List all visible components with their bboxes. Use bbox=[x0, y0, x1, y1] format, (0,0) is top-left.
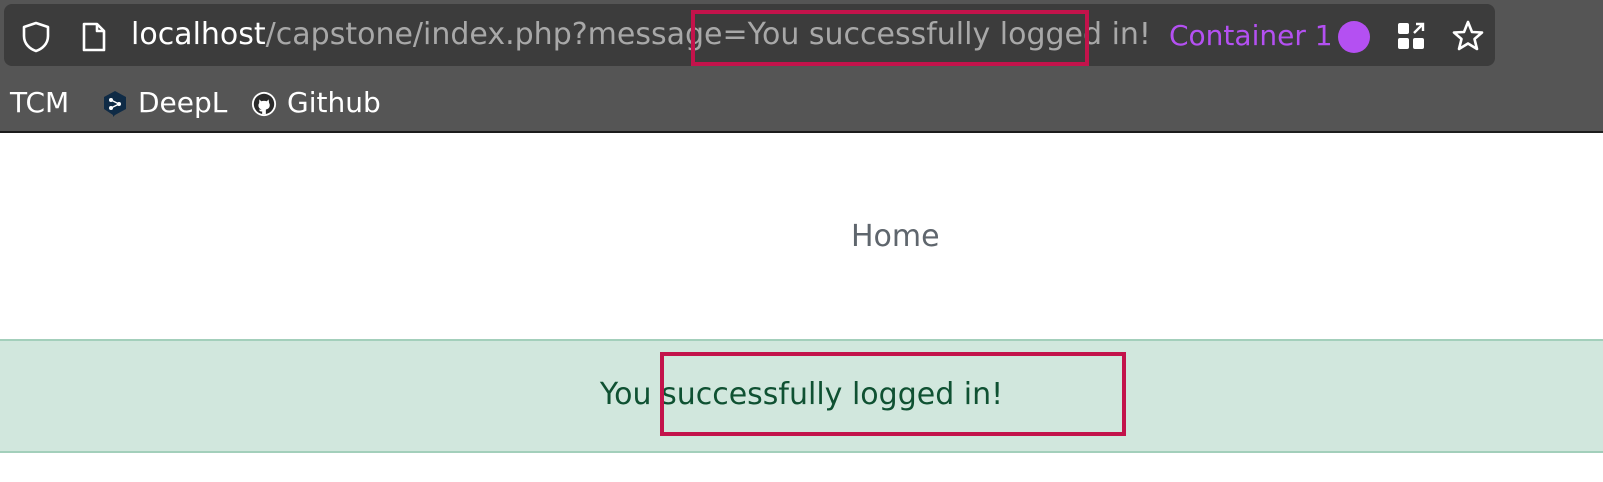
nav-home-link[interactable]: Home bbox=[851, 219, 940, 254]
bookmark-label: TCM bbox=[10, 86, 70, 119]
shield-icon[interactable] bbox=[20, 21, 52, 53]
github-icon bbox=[251, 90, 277, 117]
alert-highlight-box bbox=[660, 352, 1126, 436]
address-bar[interactable]: localhost/capstone/index.php?message=You… bbox=[4, 4, 1495, 66]
bookmark-label: DeepL bbox=[138, 86, 228, 119]
success-alert: You successfully logged in! bbox=[0, 339, 1603, 453]
browser-toolbar: localhost/capstone/index.php?message=You… bbox=[0, 0, 1603, 133]
url-host: localhost bbox=[131, 17, 266, 52]
bookmark-star-icon[interactable] bbox=[1451, 19, 1485, 53]
url-param-highlight-box bbox=[691, 10, 1089, 66]
deepl-icon bbox=[102, 90, 128, 117]
site-navbar: Home bbox=[0, 135, 1603, 339]
container-dot-icon[interactable] bbox=[1338, 21, 1370, 53]
extensions-grid-icon[interactable] bbox=[1395, 20, 1427, 52]
bookmark-label: Github bbox=[287, 86, 381, 119]
bookmark-github[interactable]: Github bbox=[251, 80, 381, 126]
container-label[interactable]: Container 1 bbox=[1169, 18, 1333, 54]
url-path: /capstone/index.php?message= bbox=[265, 17, 748, 52]
bookmarks-bar: TCM DeepL Github bbox=[0, 80, 1603, 126]
bookmark-tcm[interactable]: TCM bbox=[10, 80, 69, 126]
page-icon[interactable] bbox=[80, 22, 108, 52]
bookmark-deepl[interactable]: DeepL bbox=[102, 80, 227, 126]
